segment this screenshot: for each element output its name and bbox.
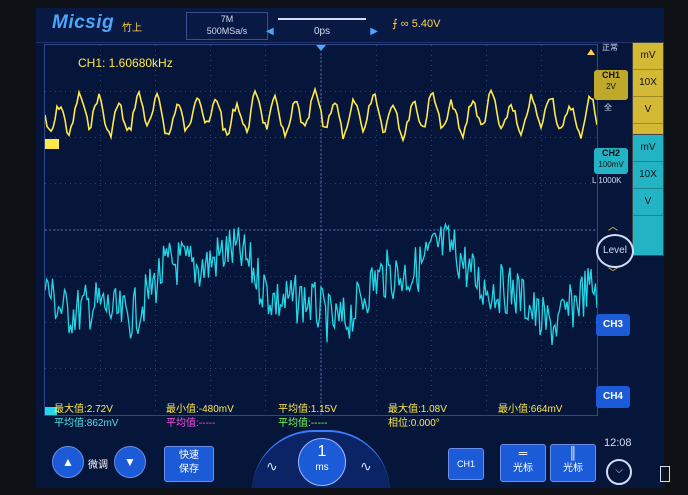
timebase-value: 1 <box>317 443 327 460</box>
wave-left-icon[interactable]: ∿ <box>266 458 278 475</box>
ch1-menu-button[interactable]: CH1 <box>448 448 484 480</box>
timebase-unit: ms <box>315 462 329 473</box>
right-panel: 正常 mV 10X V CH1 2V 全 mV 10X V CH2 100mV … <box>592 38 664 478</box>
trigger-position-bar <box>278 18 366 20</box>
cursor-label-2: 光标 <box>563 463 583 474</box>
ch1-scale: 2V <box>606 82 616 91</box>
arrow-up-icon[interactable]: ▲ <box>52 446 84 478</box>
acquisition-mode: 正常 <box>602 43 618 52</box>
scope-screen: Micsig 竹上 7M 500MSa/s ◀ 0ps ▶ ⨍ ∞ 5.40V … <box>36 8 664 488</box>
ch1-trace <box>45 86 597 143</box>
battery-icon <box>660 466 670 482</box>
chevron-down-icon[interactable]: ﹀ <box>608 264 618 279</box>
ch2-scale: 100mV <box>598 160 624 169</box>
trigger-position-value: 0ps <box>313 26 331 37</box>
wave-right-icon[interactable]: ∿ <box>360 458 372 475</box>
trigger-level: 5.40V <box>411 18 441 30</box>
ch2-unit-v[interactable]: V <box>633 189 663 216</box>
arrow-down-icon[interactable]: ▼ <box>114 446 146 478</box>
ch1-unit-mv[interactable]: mV <box>633 43 663 70</box>
trigger-position[interactable]: ◀ 0ps ▶ <box>266 12 378 38</box>
brand-logo: Micsig <box>52 12 115 33</box>
ch1-unit-v[interactable]: V <box>633 97 663 124</box>
meas-ch1-avg: 平均值:1.15V <box>278 404 337 415</box>
cursor-vertical-icon: ║ <box>568 446 578 460</box>
ch2-tag[interactable]: CH2 100mV <box>594 148 628 174</box>
brand-subtitle: 竹上 <box>122 23 142 34</box>
acquisition-info[interactable]: 7M 500MSa/s <box>186 12 268 40</box>
quick-save-button[interactable]: 快速 保存 <box>164 446 214 482</box>
ch1-label: CH1 <box>601 70 620 80</box>
ch1-unit-probe[interactable]: 10X <box>633 70 663 97</box>
ch2-unit-probe[interactable]: 10X <box>633 162 663 189</box>
bottom-bar: ▲ 微调 ▼ 快速 保存 ∿ 1 ms ∿ CH1 ═ 光标 ║ 光标 <box>36 416 664 488</box>
waveform-svg <box>45 45 597 415</box>
trigger-time-marker[interactable] <box>316 45 326 51</box>
waveform-display[interactable] <box>44 44 598 416</box>
cursor-label-1: 光标 <box>513 463 533 474</box>
clock: 12:08 <box>604 437 632 449</box>
meas-ch2-max: 最大值:1.08V <box>388 404 447 415</box>
power-icon[interactable]: ⌵ <box>606 459 632 485</box>
cursor-vertical-button[interactable]: ║ 光标 <box>550 444 596 482</box>
meas-ch1-max: 最大值:2.72V <box>54 404 113 415</box>
cursor-horizontal-icon: ═ <box>518 446 528 460</box>
meas-ch2-min: 最小值:664mV <box>498 404 563 415</box>
meas-ch1-min: 最小值:-480mV <box>166 404 234 415</box>
ch2-unit-stack[interactable]: mV 10X V <box>632 134 664 256</box>
ch1-marker[interactable] <box>45 139 59 149</box>
timebase-button[interactable]: 1 ms <box>298 438 346 486</box>
rising-edge-icon: ⨍ <box>392 18 398 30</box>
chevron-up-icon[interactable]: ︿ <box>608 218 618 233</box>
trigger-info[interactable]: ⨍ ∞ 5.40V <box>392 17 440 30</box>
sample-rate: 500MSa/s <box>206 26 248 36</box>
ch2-unit-mv[interactable]: mV <box>633 135 663 162</box>
ch2-probe: L 1000K <box>592 176 622 185</box>
top-bar: Micsig 竹上 7M 500MSa/s ◀ 0ps ▶ ⨍ ∞ 5.40V <box>36 8 664 43</box>
ch3-button[interactable]: CH3 <box>596 314 630 336</box>
ch4-button[interactable]: CH4 <box>596 386 630 408</box>
level-button[interactable]: Level <box>596 234 634 268</box>
ch1-tag[interactable]: CH1 2V <box>594 70 628 100</box>
fine-adjust-label: 微调 <box>88 460 108 471</box>
chevron-right-icon[interactable]: ▶ <box>370 26 378 37</box>
dc-coupling-icon: ∞ <box>400 18 409 30</box>
cursor-horizontal-button[interactable]: ═ 光标 <box>500 444 546 482</box>
ch2-label: CH2 <box>601 148 620 158</box>
memory-depth: 7M <box>220 14 234 24</box>
ch1-coupling: 全 <box>604 103 612 112</box>
ch1-frequency: CH1: 1.60680kHz <box>78 56 173 70</box>
